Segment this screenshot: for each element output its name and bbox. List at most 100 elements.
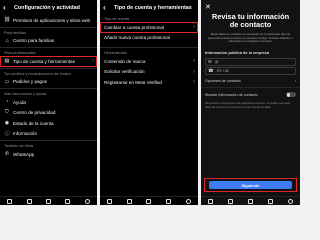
- header: ‹ Configuración y actividad: [0, 0, 97, 15]
- chevron-right-icon: ›: [193, 24, 195, 31]
- reels-tab-icon[interactable]: [65, 198, 71, 204]
- home-tab-icon[interactable]: [7, 198, 13, 204]
- contact-options-row[interactable]: Opciones de contacto ›: [201, 76, 300, 86]
- home-tab-icon[interactable]: [107, 198, 113, 204]
- add-tab-icon[interactable]: [247, 198, 253, 204]
- chevron-right-icon: ›: [92, 58, 94, 65]
- add-tab-icon[interactable]: [146, 198, 152, 204]
- menu-item-whatsapp[interactable]: ✆ WhatsApp: [0, 149, 97, 160]
- chevron-right-icon: ›: [193, 79, 195, 86]
- settings-activity-screen: ‹ Configuración y actividad ⛓ Permisos d…: [0, 0, 97, 205]
- back-arrow-icon[interactable]: ‹: [3, 3, 11, 12]
- chevron-right-icon: ›: [193, 58, 195, 65]
- shield-icon: ⛉: [5, 109, 9, 116]
- phone-icon: ☎: [208, 68, 214, 74]
- email-placeholder: @: [214, 60, 219, 65]
- card-icon: ▭: [4, 78, 10, 85]
- menu-item-account-type-tools[interactable]: ▤ Tipo de cuenta y herramientas ›: [0, 56, 97, 67]
- show-contact-label: Mostrar información de contacto: [205, 92, 258, 97]
- divider: [0, 140, 97, 141]
- menu-item-label: Contenido de marca: [104, 58, 146, 64]
- menu-item-label: Centro para familias: [13, 38, 55, 44]
- email-field[interactable]: ✉ @: [205, 58, 296, 67]
- menu-item-app-permissions[interactable]: ⛓ Permisos de aplicaciones y sitios web: [0, 15, 97, 26]
- divider: [100, 47, 198, 48]
- page-title: Tipo de cuenta y herramientas: [114, 4, 192, 11]
- menu-item-meta-verified[interactable]: Registrarse en Meta Verified ›: [100, 77, 198, 88]
- chevron-right-icon: ›: [193, 68, 195, 75]
- menu-item-label: Cambiar a cuenta profesional: [104, 24, 165, 30]
- profile-tab-icon[interactable]: [287, 198, 293, 204]
- section-label-orders: Tus pedidos y recaudaciones de fondos: [4, 71, 71, 76]
- home-tab-icon[interactable]: [208, 198, 214, 204]
- menu-item-label: Solicitar verificación: [104, 69, 145, 75]
- next-button[interactable]: Siguiente: [208, 181, 293, 189]
- section-label-professionals: Para profesionales: [4, 51, 36, 55]
- chart-bar-icon: ▤: [4, 58, 10, 65]
- menu-item-help[interactable]: ◔ Ayuda: [0, 97, 97, 108]
- section-label-account-type: Tipo de cuenta: [104, 17, 129, 21]
- close-icon[interactable]: ✕: [205, 3, 211, 11]
- disclaimer-text: Para ofrecer a tus clientes una experien…: [205, 102, 291, 109]
- menu-item-family-center[interactable]: ⌂ Centro para familias: [0, 36, 97, 47]
- chevron-right-icon: ›: [294, 79, 296, 84]
- page-title: Configuración y actividad: [14, 4, 80, 11]
- divider: [0, 47, 97, 48]
- menu-item-label: Estado de la cuenta: [13, 120, 54, 126]
- menu-item-switch-professional[interactable]: Cambiar a cuenta profesional ›: [100, 22, 198, 33]
- search-tab-icon[interactable]: [228, 198, 234, 204]
- whatsapp-icon: ✆: [4, 151, 10, 158]
- back-arrow-icon[interactable]: ‹: [103, 3, 111, 12]
- menu-item-branded-content[interactable]: Contenido de marca ›: [100, 56, 198, 67]
- menu-item-label: Registrarse en Meta Verified: [104, 79, 162, 85]
- search-tab-icon[interactable]: [26, 198, 32, 204]
- bottom-nav: [0, 196, 97, 205]
- divider: [201, 87, 300, 89]
- header: ‹ Tipo de cuenta y herramientas: [100, 0, 198, 15]
- phone-field[interactable]: ☎ ES +34: [205, 67, 296, 76]
- contact-info-screen: ✕ Revisa tu información de contacto Esto…: [201, 0, 300, 205]
- contact-options-label: Opciones de contacto: [205, 79, 241, 84]
- section-label-help: Más información y ayuda: [4, 92, 47, 96]
- account-type-tools-screen: ‹ Tipo de cuenta y herramientas Tipo de …: [100, 0, 198, 205]
- menu-item-label: Ayuda: [13, 99, 26, 105]
- menu-item-add-professional[interactable]: Añadir nueva cuenta profesional: [100, 33, 198, 44]
- menu-item-label: Pedidos y pagos: [13, 79, 47, 85]
- menu-item-label: Centro de privacidad: [13, 110, 56, 116]
- section-label-meta: También de Meta: [4, 144, 34, 148]
- menu-item-information[interactable]: ⓘ Información: [0, 129, 97, 140]
- reels-tab-icon[interactable]: [267, 198, 273, 204]
- phone-placeholder: ES +34: [216, 69, 229, 74]
- menu-item-label: Añadir nueva cuenta profesional: [104, 35, 170, 41]
- profile-tab-icon[interactable]: [185, 198, 191, 204]
- menu-item-label: WhatsApp: [13, 151, 35, 157]
- public-info-label: Información pública de la empresa: [205, 50, 269, 56]
- menu-item-label: Tipo de cuenta y herramientas: [13, 58, 75, 64]
- show-contact-toggle[interactable]: [286, 92, 296, 98]
- divider: [0, 67, 97, 69]
- reels-tab-icon[interactable]: [166, 198, 172, 204]
- menu-item-label: Información: [13, 131, 38, 137]
- next-button-label: Siguiente: [241, 182, 260, 188]
- show-contact-row: Mostrar información de contacto: [201, 89, 300, 100]
- link-icon: ⛓: [3, 17, 11, 24]
- profile-tab-icon[interactable]: [84, 198, 90, 204]
- search-tab-icon[interactable]: [126, 198, 132, 204]
- menu-item-account-status[interactable]: ◉ Estado de la cuenta: [0, 118, 97, 129]
- add-tab-icon[interactable]: [45, 198, 51, 204]
- divider: [0, 26, 97, 28]
- menu-item-request-verification[interactable]: Solicitar verificación ›: [100, 67, 198, 78]
- section-label-families: Para familias: [4, 30, 26, 35]
- page-title: Revisa tu información de contacto: [211, 12, 290, 30]
- home-icon: ⌂: [5, 37, 9, 44]
- bottom-nav: [100, 196, 198, 205]
- bottom-nav: [201, 196, 300, 205]
- description-text: Estos datos de contacto se mostrarán en …: [207, 31, 293, 44]
- section-label-tools: Herramientas: [104, 51, 127, 55]
- person-icon: ◉: [4, 120, 10, 127]
- menu-item-label: Permisos de aplicaciones y sitios web: [13, 17, 91, 23]
- divider: [0, 88, 97, 89]
- mail-icon: ✉: [208, 59, 212, 65]
- menu-item-orders-payments[interactable]: ▭ Pedidos y pagos: [0, 77, 97, 88]
- menu-item-privacy-center[interactable]: ⛉ Centro de privacidad: [0, 108, 97, 119]
